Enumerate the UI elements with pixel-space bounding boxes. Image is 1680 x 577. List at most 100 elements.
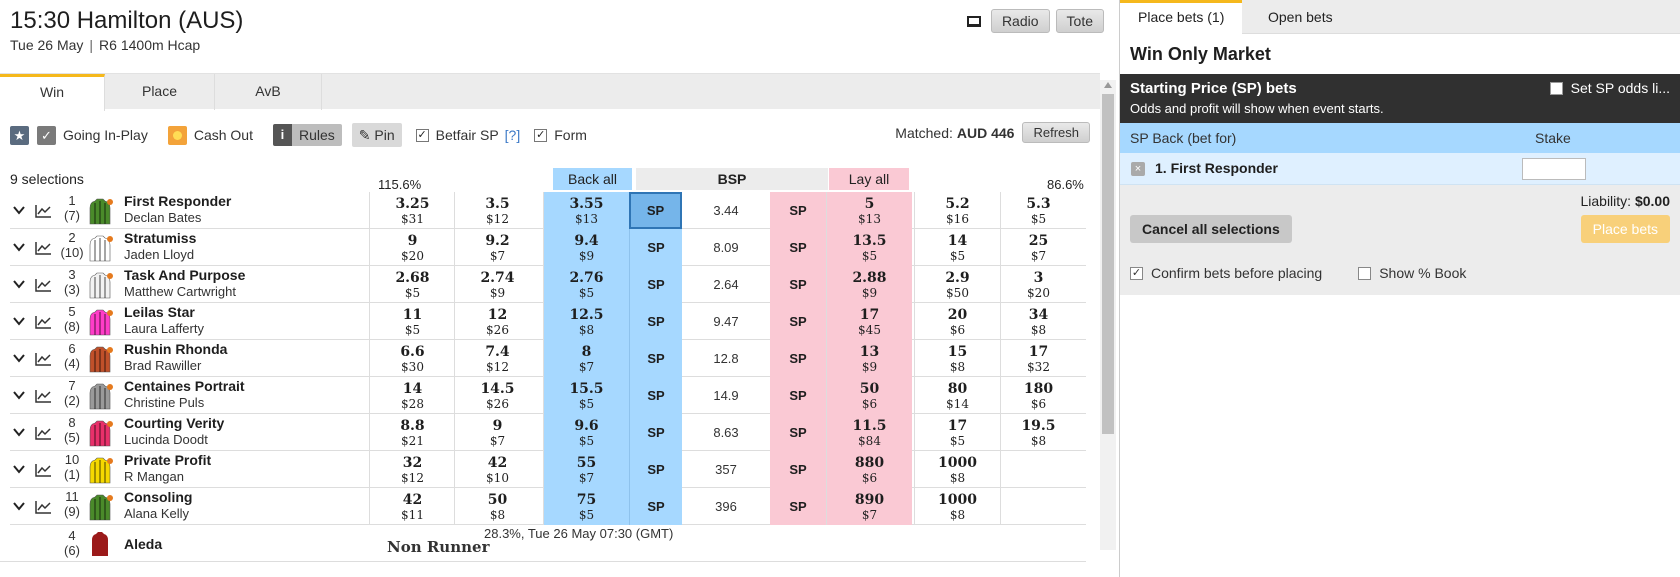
form-checkbox[interactable]: ✓	[534, 128, 548, 142]
lay-price-cell[interactable]: 5 $13	[826, 192, 912, 229]
back-price-cell[interactable]: 11 $5	[369, 303, 455, 340]
form-chart-icon[interactable]	[35, 241, 52, 255]
back-price-cell[interactable]: 7.4 $12	[454, 340, 540, 377]
runner-name[interactable]: Consoling	[124, 489, 192, 505]
help-link[interactable]: [?]	[505, 127, 521, 143]
lay-price-cell[interactable]: 1000 $8	[914, 488, 1000, 525]
chevron-down-icon[interactable]	[12, 277, 26, 291]
back-price-cell[interactable]: 8 $7	[543, 340, 629, 377]
sp-lay-button[interactable]: SP	[770, 266, 826, 303]
sp-back-button[interactable]: SP	[629, 229, 682, 266]
form-chart-icon[interactable]	[35, 352, 52, 366]
back-price-cell[interactable]: 3.25 $31	[369, 192, 455, 229]
chevron-down-icon[interactable]	[12, 462, 26, 476]
back-price-cell[interactable]: 14.5 $26	[454, 377, 540, 414]
back-price-cell[interactable]: 2.76 $5	[543, 266, 629, 303]
back-price-cell[interactable]: 15.5 $5	[543, 377, 629, 414]
lay-price-cell[interactable]: 34 $8	[1000, 303, 1076, 340]
scroll-up-icon[interactable]	[1104, 82, 1112, 88]
sp-back-button[interactable]: SP	[629, 488, 682, 525]
chevron-down-icon[interactable]	[12, 425, 26, 439]
refresh-button[interactable]: Refresh	[1022, 122, 1090, 143]
chevron-down-icon[interactable]	[12, 203, 26, 217]
set-sp-odds-toggle[interactable]: Set SP odds li...	[1549, 80, 1670, 96]
back-price-cell[interactable]: 14 $28	[369, 377, 455, 414]
lay-price-cell[interactable]: 880 $6	[826, 451, 912, 488]
sp-lay-button[interactable]: SP	[770, 377, 826, 414]
sp-lay-button[interactable]: SP	[770, 414, 826, 451]
lay-price-cell[interactable]: 15 $8	[914, 340, 1000, 377]
lay-price-cell[interactable]: 17 $32	[1000, 340, 1076, 377]
radio-button[interactable]: Radio	[990, 9, 1050, 33]
sp-lay-button[interactable]: SP	[770, 303, 826, 340]
cancel-all-button[interactable]: Cancel all selections	[1130, 215, 1292, 243]
runner-name[interactable]: Leilas Star	[124, 304, 195, 320]
place-bets-button[interactable]: Place bets	[1580, 215, 1670, 243]
chevron-down-icon[interactable]	[12, 499, 26, 513]
lay-price-cell[interactable]: 20 $6	[914, 303, 1000, 340]
back-price-cell[interactable]: 8.8 $21	[369, 414, 455, 451]
star-icon[interactable]: ★	[10, 125, 29, 145]
tab-avb[interactable]: AvB	[215, 74, 322, 110]
lay-price-cell[interactable]	[1000, 488, 1076, 525]
lay-price-cell[interactable]: 80 $14	[914, 377, 1000, 414]
sp-lay-button[interactable]: SP	[770, 192, 826, 229]
runner-name[interactable]: First Responder	[124, 193, 231, 209]
back-price-cell[interactable]: 32 $12	[369, 451, 455, 488]
runner-name[interactable]: Stratumiss	[124, 230, 196, 246]
set-sp-checkbox[interactable]	[1549, 81, 1563, 95]
back-price-cell[interactable]: 9 $20	[369, 229, 455, 266]
remove-selection-icon[interactable]: ×	[1131, 162, 1145, 176]
rules-button[interactable]: Rules	[291, 124, 342, 146]
tab-place-bets[interactable]: Place bets (1)	[1120, 0, 1243, 35]
lay-price-cell[interactable]: 17 $5	[914, 414, 1000, 451]
tv-icon[interactable]	[966, 15, 981, 27]
chevron-down-icon[interactable]	[12, 314, 26, 328]
sp-back-button[interactable]: SP	[629, 451, 682, 488]
lay-price-cell[interactable]: 13.5 $5	[826, 229, 912, 266]
lay-price-cell[interactable]: 2.9 $50	[914, 266, 1000, 303]
lay-price-cell[interactable]: 50 $6	[826, 377, 912, 414]
chevron-down-icon[interactable]	[12, 351, 26, 365]
pin-button[interactable]: ✎ Pin	[351, 123, 402, 147]
stake-input[interactable]	[1522, 158, 1586, 180]
sp-back-button[interactable]: SP	[629, 377, 682, 414]
back-price-cell[interactable]: 9.6 $5	[543, 414, 629, 451]
back-all-button[interactable]: Back all	[553, 168, 632, 190]
tab-place[interactable]: Place	[105, 74, 215, 110]
form-chart-icon[interactable]	[35, 389, 52, 403]
back-price-cell[interactable]: 42 $11	[369, 488, 455, 525]
back-price-cell[interactable]: 12.5 $8	[543, 303, 629, 340]
runner-name[interactable]: Courting Verity	[124, 415, 224, 431]
back-price-cell[interactable]: 2.74 $9	[454, 266, 540, 303]
form-chart-icon[interactable]	[35, 204, 52, 218]
lay-price-cell[interactable]: 5.2 $16	[914, 192, 1000, 229]
vertical-scrollbar[interactable]	[1100, 80, 1116, 550]
lay-price-cell[interactable]	[1000, 451, 1076, 488]
back-price-cell[interactable]: 9 $7	[454, 414, 540, 451]
form-chart-icon[interactable]	[35, 278, 52, 292]
confirm-bets-checkbox[interactable]: ✓	[1130, 266, 1143, 280]
runner-name[interactable]: Rushin Rhonda	[124, 341, 227, 357]
lay-price-cell[interactable]: 11.5 $84	[826, 414, 912, 451]
lay-price-cell[interactable]: 5.3 $5	[1000, 192, 1076, 229]
sp-back-button[interactable]: SP	[629, 192, 682, 229]
back-price-cell[interactable]: 3.55 $13	[543, 192, 629, 229]
back-price-cell[interactable]: 6.6 $30	[369, 340, 455, 377]
sp-lay-button[interactable]: SP	[770, 340, 826, 377]
back-price-cell[interactable]: 55 $7	[543, 451, 629, 488]
runner-name[interactable]: Task And Purpose	[124, 267, 245, 283]
lay-price-cell[interactable]: 3 $20	[1000, 266, 1076, 303]
back-price-cell[interactable]: 12 $26	[454, 303, 540, 340]
back-price-cell[interactable]: 9.2 $7	[454, 229, 540, 266]
sp-back-button[interactable]: SP	[629, 303, 682, 340]
runner-name[interactable]: Private Profit	[124, 452, 211, 468]
lay-price-cell[interactable]: 1000 $8	[914, 451, 1000, 488]
sp-lay-button[interactable]: SP	[770, 488, 826, 525]
back-price-cell[interactable]: 2.68 $5	[369, 266, 455, 303]
lay-price-cell[interactable]: 13 $9	[826, 340, 912, 377]
chevron-down-icon[interactable]	[12, 388, 26, 402]
runner-name[interactable]: Centaines Portrait	[124, 378, 245, 394]
form-chart-icon[interactable]	[35, 463, 52, 477]
lay-price-cell[interactable]: 19.5 $8	[1000, 414, 1076, 451]
